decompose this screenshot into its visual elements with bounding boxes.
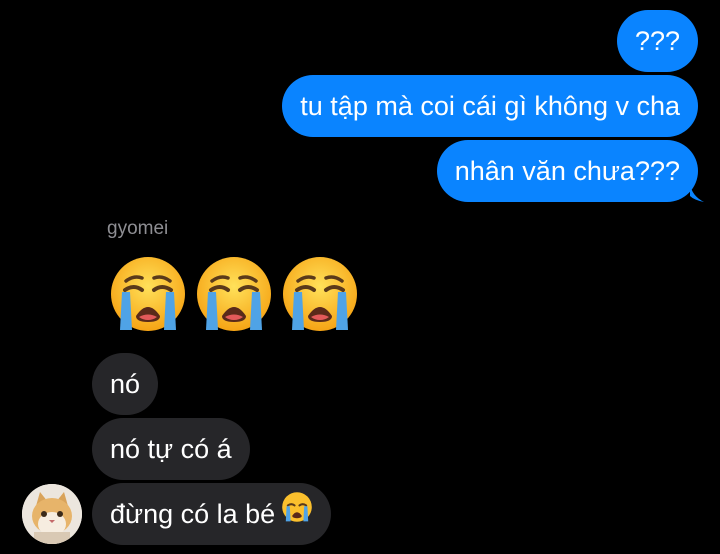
outgoing-message[interactable]: nhân văn chưa???: [436, 140, 698, 202]
cat-photo-icon: [22, 484, 82, 544]
incoming-message-text: đừng có la bé: [110, 499, 276, 529]
loudly-crying-face-icon: [194, 254, 274, 334]
incoming-message[interactable]: nó: [92, 353, 159, 415]
sender-name: gyomei: [107, 218, 169, 239]
loudly-crying-face-icon: [281, 483, 313, 545]
outgoing-message[interactable]: tu tập mà coi cái gì không v cha: [282, 75, 698, 137]
bubble-tail: [690, 184, 704, 202]
incoming-message[interactable]: đừng có la bé: [92, 483, 332, 545]
loudly-crying-face-icon: [280, 254, 360, 334]
outgoing-message[interactable]: ???: [616, 10, 698, 72]
loudly-crying-face-icon: [108, 254, 188, 334]
avatar[interactable]: [22, 484, 82, 544]
emoji-message[interactable]: [108, 254, 360, 334]
incoming-message[interactable]: nó tự có á: [92, 418, 250, 480]
